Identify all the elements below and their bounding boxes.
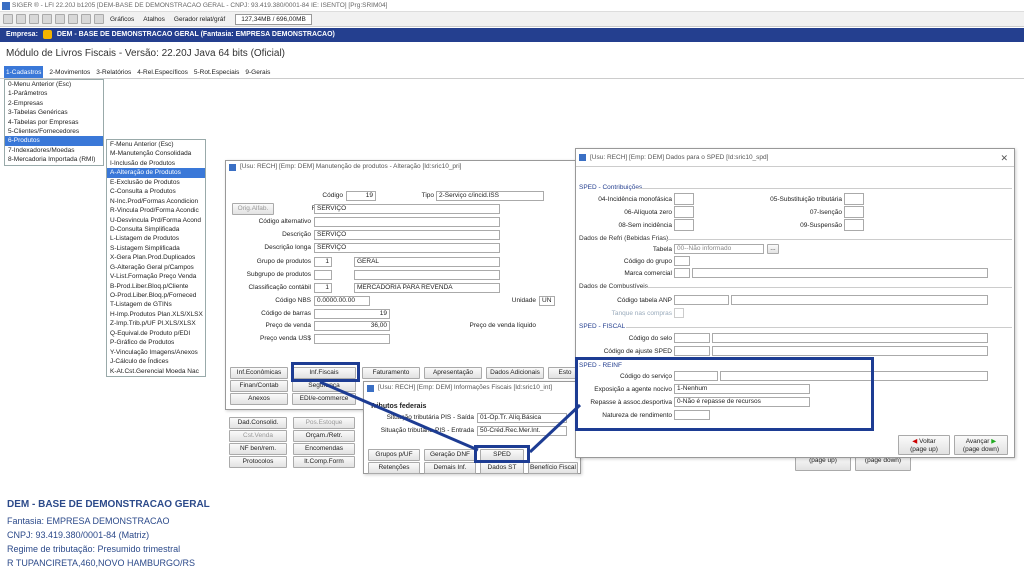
footer-endereco: R TUPANCIRETA,460,NOVO HAMBURGO/RS — [7, 558, 196, 568]
footer-cnpj: CNPJ: 93.419.380/0001-84 (Matriz) — [7, 530, 150, 540]
footer-regime: Regime de tributação: Presumido trimestr… — [7, 544, 181, 554]
footer-fantasia: Fantasia: EMPRESA DEMONSTRACAO — [7, 516, 170, 526]
footer-company-name: DEM - BASE DE DEMONSTRACAO GERAL — [7, 499, 210, 510]
highlight-arrows — [319, 380, 582, 454]
